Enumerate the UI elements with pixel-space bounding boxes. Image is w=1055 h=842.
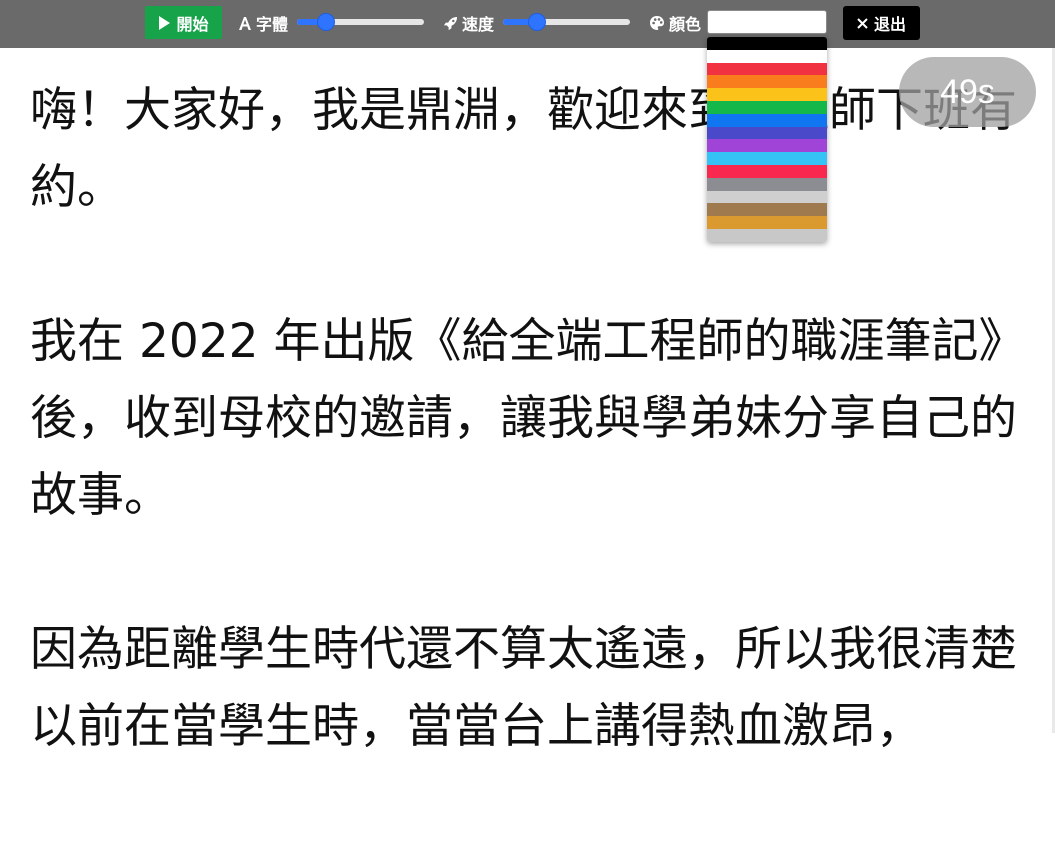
color-dropdown-list[interactable] bbox=[707, 37, 827, 242]
countdown-timer: 49s bbox=[899, 57, 1036, 127]
exit-button-label: 退出 bbox=[873, 15, 906, 34]
color-option[interactable] bbox=[707, 177, 827, 191]
color-option[interactable] bbox=[707, 100, 827, 114]
color-control-label: 顏色 bbox=[649, 6, 701, 40]
palette-icon bbox=[649, 15, 665, 31]
speed-slider[interactable] bbox=[503, 14, 630, 30]
paragraph: 嗨！大家好，我是鼎淵，歡迎來到工程師下班有約。 bbox=[30, 83, 1017, 215]
font-size-control-label: 字體 bbox=[238, 6, 288, 40]
exit-button[interactable]: 退出 bbox=[843, 6, 920, 40]
color-option[interactable] bbox=[707, 164, 827, 178]
font-size-slider[interactable] bbox=[297, 14, 424, 30]
color-option[interactable] bbox=[707, 152, 827, 165]
play-icon bbox=[158, 15, 171, 30]
color-option[interactable] bbox=[707, 62, 827, 76]
font-size-label: 字體 bbox=[256, 15, 289, 34]
color-option[interactable] bbox=[707, 113, 827, 127]
color-option[interactable] bbox=[707, 75, 827, 89]
paragraph: 因為距離學生時代還不算太遙遠，所以我很清楚以前在當學生時，當當台上講得熱血激昂， bbox=[30, 622, 1017, 754]
color-option[interactable] bbox=[707, 139, 827, 153]
color-input[interactable] bbox=[707, 10, 827, 34]
color-option[interactable] bbox=[707, 203, 827, 217]
font-icon bbox=[238, 16, 252, 30]
color-option[interactable] bbox=[707, 190, 827, 204]
speed-slider-thumb[interactable] bbox=[529, 14, 546, 30]
paragraph: 我在 2022 年出版《給全端工程師的職涯筆記》後，收到母校的邀請，讓我與學弟妹… bbox=[30, 314, 1026, 523]
font-size-slider-thumb[interactable] bbox=[318, 14, 335, 30]
start-button-label: 開始 bbox=[176, 14, 209, 34]
start-button[interactable]: 開始 bbox=[145, 6, 222, 39]
color-option[interactable] bbox=[707, 126, 827, 140]
color-option[interactable] bbox=[707, 88, 827, 101]
color-option[interactable] bbox=[707, 228, 827, 242]
teleprompter-text: 嗨！大家好，我是鼎淵，歡迎來到工程師下班有約。 我在 2022 年出版《給全端工… bbox=[30, 72, 1035, 842]
close-icon bbox=[857, 17, 868, 29]
speed-label: 速度 bbox=[462, 15, 495, 34]
color-option[interactable] bbox=[707, 216, 827, 229]
color-option[interactable] bbox=[707, 49, 827, 63]
rocket-icon bbox=[443, 16, 458, 31]
speed-control-label: 速度 bbox=[443, 6, 494, 40]
color-option[interactable] bbox=[707, 37, 827, 50]
teleprompter-toolbar: 開始 字體 速度 顏色 退出 bbox=[0, 0, 1055, 48]
color-label: 顏色 bbox=[669, 15, 702, 34]
